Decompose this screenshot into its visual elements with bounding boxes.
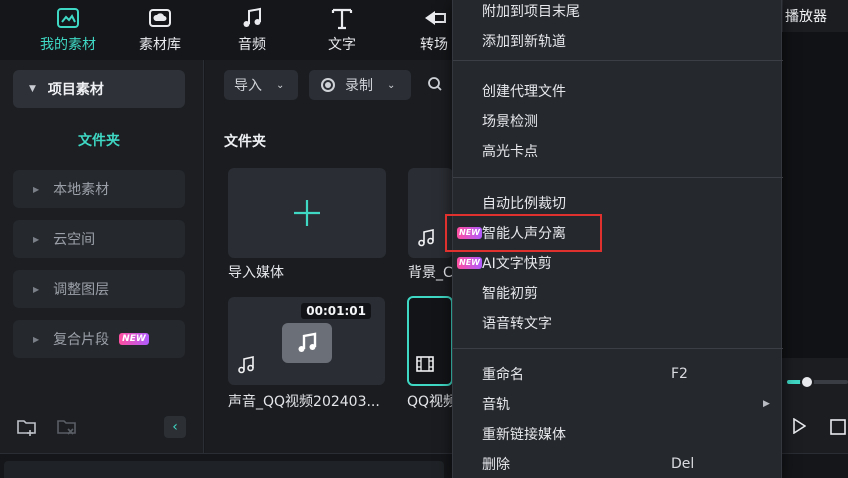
caret-right-icon: ▶ [33,334,40,344]
menu-item-label: 添加到新轨道 [482,34,566,50]
new-badge: NEW [457,257,482,269]
sidebar-item-label: 云空间 [53,232,96,248]
my-media-icon [54,4,82,32]
card-label: 声音_QQ视频202403... [228,394,380,410]
sidebar-item-label: 调整图层 [53,282,110,298]
sidebar-project-media[interactable]: ▼ 项目素材 [13,70,185,108]
import-dropdown[interactable]: 导入 ⌄ [224,70,298,100]
media-card-video[interactable] [407,296,453,386]
menu-item-relink-media[interactable]: 重新链接媒体 [453,419,783,449]
collapse-sidebar-button[interactable]: ‹ [164,416,186,438]
tab-label: 文字 [328,37,356,53]
menu-item-label: 自动比例裁切 [482,196,566,212]
sidebar-item-local[interactable]: ▶ 本地素材 [13,170,185,208]
menu-item-audio-track[interactable]: 音轨 ▶ [453,389,783,419]
play-icon[interactable] [792,418,806,434]
new-badge: NEW [119,333,149,345]
menu-item-add-new-track[interactable]: 添加到新轨道 [453,26,783,56]
sidebar-item-compound-clip[interactable]: ▶ 复合片段 NEW [13,320,185,358]
menu-item-label: 智能初剪 [482,286,538,302]
tab-label: 转场 [420,37,448,53]
menu-item-delete[interactable]: 删除 Del [453,449,783,478]
card-label: 背景_C [408,265,453,281]
menu-shortcut: Del [671,456,695,472]
record-dropdown[interactable]: 录制 ⌄ [309,70,411,100]
record-icon [321,78,335,92]
menu-item-label: 创建代理文件 [482,84,566,100]
search-icon[interactable] [427,76,443,96]
chevron-left-icon: ‹ [172,419,178,435]
music-note-icon [298,332,317,352]
film-icon [416,356,434,372]
tab-label: 素材库 [139,37,181,53]
caret-down-icon: ▼ [29,84,36,94]
menu-item-rename[interactable]: 重命名 F2 [453,359,783,389]
tab-my-media[interactable]: 我的素材 [28,4,108,56]
menu-item-create-proxy[interactable]: 创建代理文件 [453,76,783,106]
stop-icon[interactable] [830,419,846,435]
menu-separator [453,60,783,61]
new-folder-icon[interactable] [16,416,38,438]
sidebar-item-label: 本地素材 [53,182,110,198]
menu-item-append-to-end[interactable]: 附加到项目末尾 [453,0,783,26]
menu-item-label: 语音转文字 [482,316,552,332]
tab-label: 我的素材 [40,37,96,53]
timeline-toolbar [4,461,444,478]
sidebar-item-label: 复合片段 [53,332,110,348]
tab-stock-library[interactable]: 素材库 [120,4,200,56]
player-controls [782,358,848,453]
card-label: QQ视频 [407,394,453,410]
audio-note-icon [238,356,254,374]
duration-badge: 00:01:01 [301,303,371,319]
plus-icon [294,200,320,226]
menu-item-label: 高光卡点 [482,144,538,160]
menu-item-label: 重命名 [482,367,524,383]
sidebar-item-adjust-layer[interactable]: ▶ 调整图层 [13,270,185,308]
import-label: 导入 [234,78,262,94]
audio-note-icon [418,229,434,247]
menu-item-label: 重新链接媒体 [482,427,566,443]
sidebar-item-cloud[interactable]: ▶ 云空间 [13,220,185,258]
menu-item-smart-cut[interactable]: 智能初剪 [453,278,783,308]
sidebar-header-label: 项目素材 [47,82,104,98]
player-title: 播放器 [782,0,848,32]
text-t-icon [328,4,356,32]
tab-label: 音频 [238,37,266,53]
tab-text[interactable]: 文字 [302,4,382,56]
chevron-down-icon: ⌄ [276,79,285,91]
tab-audio[interactable]: 音频 [212,4,292,56]
menu-item-highlight-beat[interactable]: 高光卡点 [453,136,783,166]
caret-right-icon: ▶ [33,184,40,194]
stock-library-icon [146,4,174,32]
media-sidebar: ▼ 项目素材 文件夹 ▶ 本地素材 ▶ 云空间 ▶ 调整图层 ▶ 复合片段 NE… [0,60,204,453]
music-note-icon [238,4,266,32]
record-label: 录制 [345,78,373,94]
menu-separator [453,177,783,178]
media-card-audio-qq[interactable]: 00:01:01 [228,297,385,385]
import-media-card[interactable] [228,168,386,258]
highlight-box [445,214,602,252]
menu-item-label: 删除 [482,457,510,473]
menu-item-ai-text-edit[interactable]: NEW AI文字快剪 [453,248,783,278]
menu-item-label: 附加到项目末尾 [482,4,580,20]
chevron-down-icon: ⌄ [387,79,396,91]
caret-right-icon: ▶ [33,234,40,244]
menu-item-label: 场景检测 [482,114,538,130]
menu-item-scene-detect[interactable]: 场景检测 [453,106,783,136]
sidebar-folder[interactable]: 文件夹 [13,130,185,150]
menu-item-speech-to-text[interactable]: 语音转文字 [453,308,783,338]
caret-right-icon: ▶ [33,284,40,294]
zoom-slider-handle[interactable] [800,375,814,389]
menu-shortcut: F2 [671,366,688,382]
delete-folder-icon[interactable] [56,416,78,438]
folder-section-title: 文件夹 [224,134,266,150]
transition-icon [420,4,448,32]
card-label: 导入媒体 [228,265,284,281]
music-thumbnail [282,323,332,363]
menu-separator [453,348,783,349]
submenu-arrow-icon: ▶ [763,399,770,409]
menu-item-label: 音轨 [482,397,510,413]
menu-item-label: AI文字快剪 [482,256,552,272]
